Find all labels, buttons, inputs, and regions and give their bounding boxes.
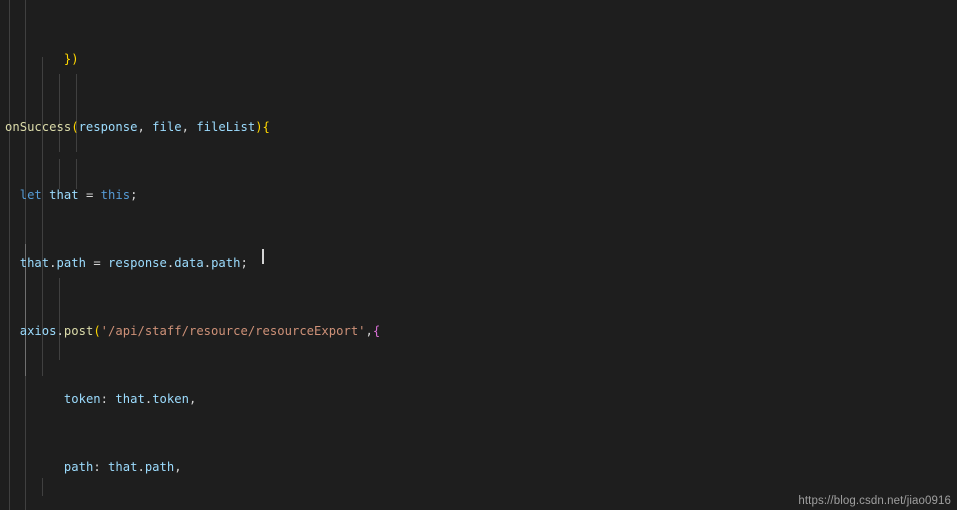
code-line[interactable]: axios.post('/api/staff/resource/resource…: [0, 323, 957, 340]
code-content[interactable]: }) onSuccess(response, file, fileList){ …: [0, 0, 957, 510]
code-line[interactable]: let that = this;: [0, 187, 957, 204]
code-line[interactable]: }): [0, 51, 957, 68]
text-caret: [262, 249, 264, 264]
code-line[interactable]: token: that.token,: [0, 391, 957, 408]
code-editor[interactable]: }) onSuccess(response, file, fileList){ …: [0, 0, 957, 510]
code-line[interactable]: that.path = response.data.path;: [0, 255, 957, 272]
code-line[interactable]: path: that.path,: [0, 459, 957, 476]
watermark-url: https://blog.csdn.net/jiao0916: [798, 495, 951, 507]
code-line[interactable]: onSuccess(response, file, fileList){: [0, 119, 957, 136]
